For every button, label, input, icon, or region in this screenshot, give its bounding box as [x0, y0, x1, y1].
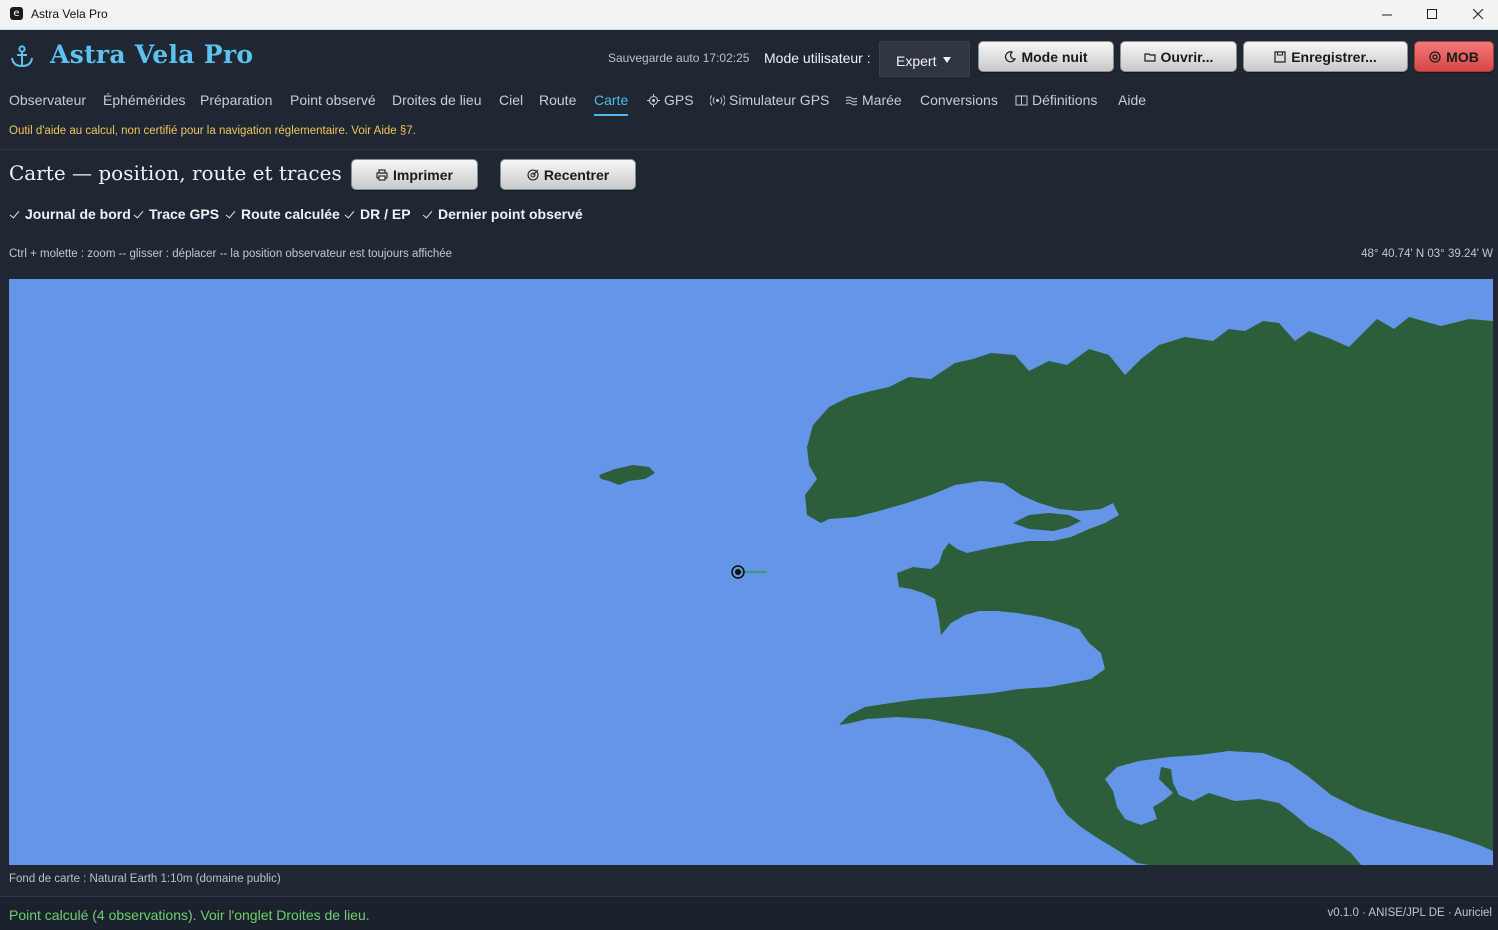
page-title: Carte — position, route et traces — [9, 161, 342, 185]
checkmark-icon — [422, 209, 433, 220]
tab-maree[interactable]: Marée — [845, 92, 902, 108]
user-mode-select[interactable]: Expert — [879, 41, 970, 77]
checkmark-icon — [9, 209, 20, 220]
tab-label: Droites de lieu — [392, 92, 482, 108]
tab-observateur[interactable]: Observateur — [9, 92, 86, 108]
night-mode-button[interactable]: Mode nuit — [978, 41, 1114, 72]
autosave-status: Sauvegarde auto 17:02:25 — [608, 51, 750, 65]
tab-simulateur-gps[interactable]: Simulateur GPS — [710, 92, 829, 108]
broadcast-icon — [710, 94, 725, 106]
layer-label: DR / EP — [360, 206, 411, 222]
tab-gps[interactable]: GPS — [647, 92, 694, 108]
layer-gps-trace-checkbox[interactable]: Trace GPS — [133, 206, 219, 222]
main-tabs: Observateur Éphémérides Préparation Poin… — [0, 92, 1498, 120]
checkmark-icon — [133, 209, 144, 220]
tab-label: Marée — [862, 92, 902, 108]
divider — [0, 149, 1498, 150]
window-title: Astra Vela Pro — [31, 7, 108, 21]
layer-route-checkbox[interactable]: Route calculée — [225, 206, 340, 222]
mob-label: MOB — [1446, 48, 1479, 65]
recenter-label: Recentrer — [543, 166, 610, 183]
print-button[interactable]: Imprimer — [351, 159, 478, 190]
map-canvas[interactable] — [9, 279, 1493, 865]
user-mode-value: Expert — [896, 53, 937, 69]
land-ushant — [599, 465, 655, 485]
tab-label: Route — [539, 92, 577, 108]
maximize-icon[interactable] — [1409, 0, 1455, 29]
tab-definitions[interactable]: Définitions — [1015, 92, 1097, 108]
open-label: Ouvrir... — [1160, 48, 1214, 65]
map-svg[interactable] — [9, 279, 1493, 865]
tab-label: Observateur — [9, 92, 87, 108]
save-button[interactable]: Enregistrer... — [1243, 41, 1408, 72]
tab-label: Simulateur GPS — [729, 92, 830, 108]
close-icon[interactable] — [1455, 0, 1498, 29]
tab-label: Aide — [1118, 92, 1147, 108]
mode-label: Mode utilisateur : — [764, 50, 871, 66]
tab-label: Conversions — [920, 92, 998, 108]
tab-preparation[interactable]: Préparation — [200, 92, 272, 108]
tab-point-observe[interactable]: Point observé — [290, 92, 376, 108]
checkmark-icon — [225, 209, 236, 220]
cursor-coordinates: 48° 40.74' N 03° 39.24' W — [1361, 248, 1493, 260]
waves-icon — [845, 96, 858, 105]
tab-droites-de-lieu[interactable]: Droites de lieu — [392, 92, 482, 108]
save-label: Enregistrer... — [1291, 48, 1377, 65]
tab-label: Définitions — [1032, 92, 1098, 108]
tab-label: Ciel — [499, 92, 524, 108]
tab-conversions[interactable]: Conversions — [920, 92, 998, 108]
lifebuoy-icon — [1429, 50, 1441, 63]
minimize-icon[interactable] — [1364, 0, 1410, 29]
layer-last-fix-checkbox[interactable]: Dernier point observé — [422, 206, 583, 222]
layer-dr-ep-checkbox[interactable]: DR / EP — [344, 206, 411, 222]
folder-icon — [1143, 52, 1156, 62]
mob-button[interactable]: MOB — [1414, 41, 1494, 72]
chevron-down-icon — [943, 57, 951, 63]
layer-journal-checkbox[interactable]: Journal de bord — [9, 206, 131, 222]
floppy-icon — [1274, 50, 1286, 63]
moon-icon — [1005, 50, 1017, 62]
layer-label: Dernier point observé — [438, 206, 583, 222]
tab-label: Carte — [594, 92, 629, 108]
tab-route[interactable]: Route — [539, 92, 576, 108]
checkmark-icon — [344, 209, 355, 220]
tab-ciel[interactable]: Ciel — [499, 92, 523, 108]
layer-label: Route calculée — [241, 206, 340, 222]
certification-warning: Outil d'aide au calcul, non certifié pou… — [9, 125, 416, 137]
map-attribution: Fond de carte : Natural Earth 1:10m (dom… — [9, 873, 281, 885]
tab-ephemerides[interactable]: Éphémérides — [103, 92, 186, 108]
status-message: Point calculé (4 observations). Voir l'o… — [9, 907, 370, 923]
tab-label: GPS — [664, 92, 694, 108]
target-icon — [527, 168, 539, 181]
open-button[interactable]: Ouvrir... — [1120, 41, 1237, 72]
layer-label: Journal de bord — [25, 206, 131, 222]
anchor-icon — [11, 45, 33, 68]
app-title: Astra Vela Pro — [50, 40, 254, 69]
gps-icon — [647, 93, 660, 107]
tab-label: Éphémérides — [103, 92, 186, 108]
printer-icon — [376, 168, 388, 181]
recenter-button[interactable]: Recentrer — [500, 159, 636, 190]
land-plougastel — [1013, 513, 1081, 531]
tab-label: Préparation — [200, 92, 273, 108]
tab-label: Point observé — [290, 92, 376, 108]
app-icon: e — [10, 7, 23, 20]
print-label: Imprimer — [393, 166, 453, 183]
window-titlebar: e Astra Vela Pro — [0, 0, 1498, 30]
observer-position-dot — [735, 569, 741, 575]
land-brittany — [805, 317, 1493, 865]
version-info: v0.1.0 · ANISE/JPL DE · Auriciel — [1327, 907, 1492, 919]
tab-aide[interactable]: Aide — [1118, 92, 1146, 108]
book-icon — [1015, 95, 1028, 105]
layer-label: Trace GPS — [149, 206, 220, 222]
tab-carte[interactable]: Carte — [594, 92, 629, 116]
night-mode-label: Mode nuit — [1021, 48, 1088, 65]
map-hint: Ctrl + molette : zoom -- glisser : dépla… — [9, 248, 453, 260]
